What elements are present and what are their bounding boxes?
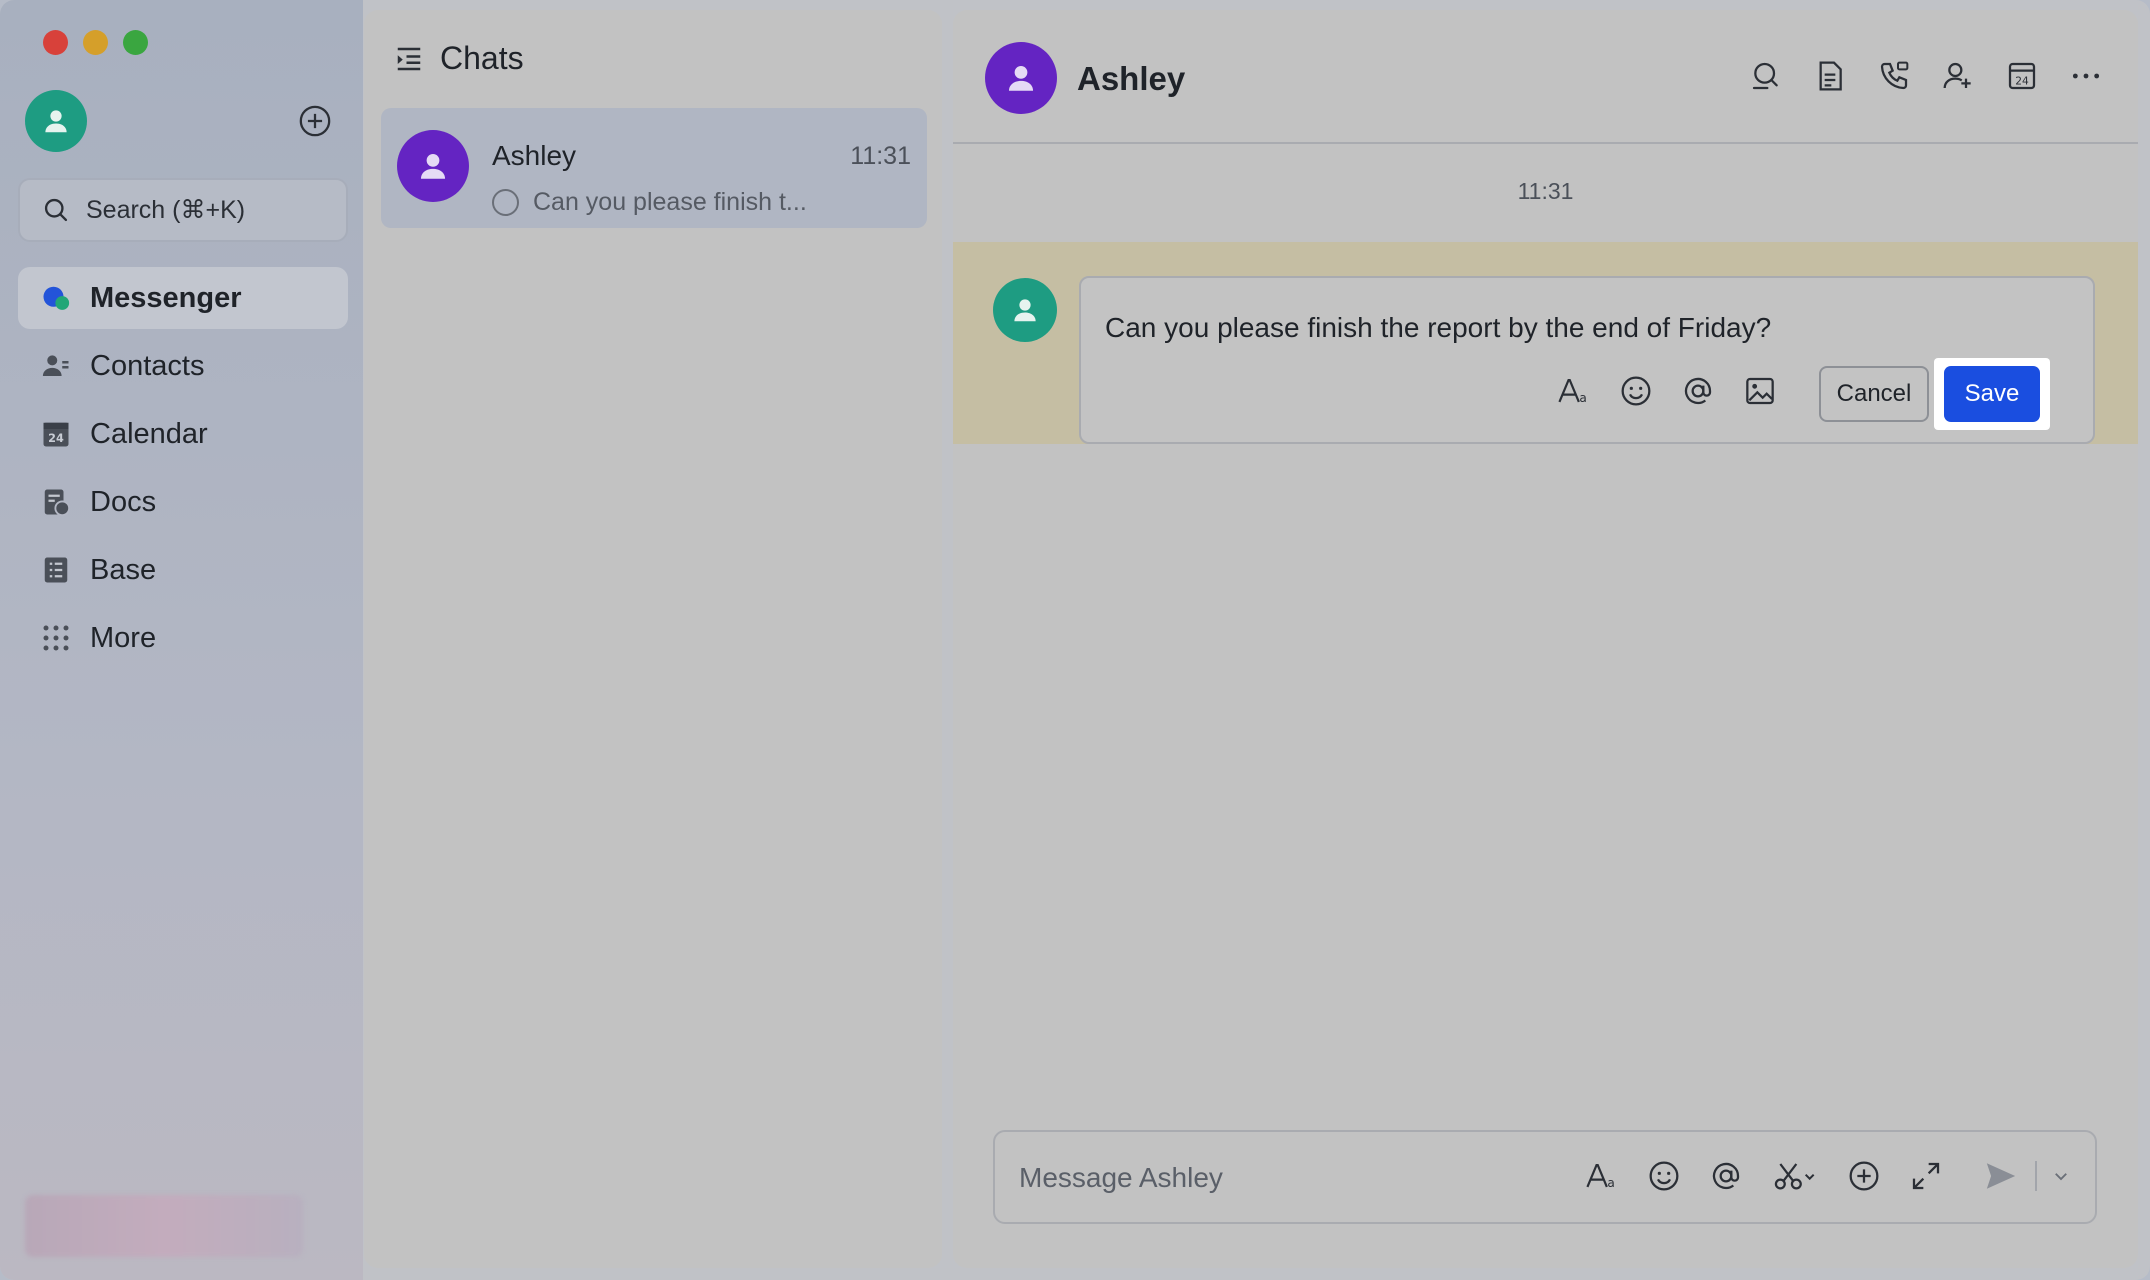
chat-time: 11:31 [850, 142, 911, 170]
nav-label: Base [90, 553, 157, 586]
app-window: Search (⌘+K) Messenger Contacts 24 Calen… [0, 0, 2150, 1280]
nav-item-contacts[interactable]: Contacts [18, 335, 348, 397]
chat-list-panel: Chats Ashley 11:31 Can you please finish… [364, 10, 942, 1268]
nav-label: Docs [90, 485, 157, 518]
nav-item-more[interactable]: More [18, 607, 348, 669]
nav-label: Contacts [90, 349, 205, 382]
emoji-icon[interactable] [1619, 374, 1653, 408]
message-edit-box[interactable]: Can you please finish the report by the … [1079, 276, 2095, 444]
more-options-icon[interactable] [2070, 60, 2102, 92]
nav-label: More [90, 621, 157, 654]
search-input[interactable]: Search (⌘+K) [18, 178, 348, 242]
person-icon [45, 110, 67, 133]
nav-item-base[interactable]: Base [18, 539, 348, 601]
edit-toolbar: a [1557, 374, 1777, 408]
minimize-window-button[interactable] [83, 30, 108, 55]
chat-preview-text: Can you please finish t... [533, 188, 807, 216]
grid-icon [40, 622, 72, 654]
avatar [397, 130, 469, 202]
messenger-icon [40, 282, 72, 314]
chat-list-title: Chats [440, 40, 524, 76]
chat-list-header: Chats [394, 40, 524, 77]
my-avatar[interactable] [25, 90, 87, 152]
docs-icon [40, 486, 72, 518]
plus-circle-icon[interactable] [1847, 1159, 1881, 1193]
create-button[interactable] [297, 103, 333, 139]
nav-item-calendar[interactable]: 24 Calendar [18, 403, 348, 465]
svg-text:24: 24 [48, 432, 64, 445]
plus-circle-icon [299, 105, 331, 137]
svg-text:24: 24 [2015, 75, 2029, 88]
divider [2035, 1161, 2037, 1191]
emoji-icon[interactable] [1647, 1159, 1681, 1193]
avatar[interactable] [985, 42, 1057, 114]
person-icon [1008, 65, 1034, 91]
person-icon [1014, 299, 1036, 322]
save-button[interactable]: Save [1944, 366, 2040, 422]
save-button-highlight: Save [1934, 358, 2050, 430]
expand-icon[interactable] [1909, 1159, 1943, 1193]
screenshot-scissors-icon[interactable] [1771, 1159, 1819, 1193]
add-member-icon[interactable] [1942, 60, 1974, 92]
message-edit-input[interactable]: Can you please finish the report by the … [1105, 312, 1771, 344]
svg-text:a: a [1607, 1176, 1614, 1190]
image-icon[interactable] [1743, 374, 1777, 408]
nav-label: Messenger [90, 281, 242, 314]
person-icon [420, 153, 446, 179]
chevron-down-icon[interactable] [2051, 1159, 2071, 1193]
send-icon[interactable] [1981, 1159, 2021, 1193]
conversation-panel: Ashley 24 11:31 Can you please finish th… [953, 10, 2138, 1268]
profile-card[interactable] [25, 1195, 303, 1257]
mention-icon[interactable] [1709, 1159, 1743, 1193]
mention-icon[interactable] [1681, 374, 1715, 408]
chat-preview: Can you please finish t... [492, 188, 807, 217]
base-icon [40, 554, 72, 586]
sidebar: Search (⌘+K) Messenger Contacts 24 Calen… [0, 0, 363, 1280]
search-icon [44, 198, 68, 222]
svg-text:a: a [1579, 391, 1586, 405]
search-chat-icon[interactable] [1750, 60, 1782, 92]
conversation-title[interactable]: Ashley [1077, 60, 1185, 98]
nav-label: Calendar [90, 417, 208, 450]
avatar[interactable] [993, 278, 1057, 342]
text-format-icon[interactable]: a [1557, 374, 1591, 408]
header-actions: 24 [1750, 60, 2102, 92]
calendar-icon: 24 [40, 418, 72, 450]
cancel-button[interactable]: Cancel [1819, 366, 1929, 422]
nav-list: Messenger Contacts 24 Calendar Docs Base… [18, 267, 348, 675]
calendar-icon[interactable]: 24 [2006, 60, 2038, 92]
nav-item-docs[interactable]: Docs [18, 471, 348, 533]
contacts-icon [40, 350, 72, 382]
collapse-list-icon[interactable] [394, 44, 424, 74]
send-group [1981, 1159, 2071, 1193]
chat-row-ashley[interactable]: Ashley 11:31 Can you please finish t... [381, 108, 927, 228]
document-icon[interactable] [1814, 60, 1846, 92]
composer-toolbar: a [1585, 1159, 1943, 1193]
close-window-button[interactable] [43, 30, 68, 55]
text-format-icon[interactable]: a [1585, 1159, 1619, 1193]
zoom-window-button[interactable] [123, 30, 148, 55]
nav-item-messenger[interactable]: Messenger [18, 267, 348, 329]
message-composer: a [993, 1130, 2097, 1224]
time-separator: 11:31 [1517, 178, 1574, 204]
phone-call-icon[interactable] [1878, 60, 1910, 92]
message-input[interactable] [1019, 1152, 1559, 1204]
search-placeholder: Search (⌘+K) [86, 196, 246, 224]
chat-name: Ashley [492, 140, 577, 171]
conversation-header: Ashley 24 [953, 10, 2138, 144]
status-circle-icon [492, 189, 519, 216]
